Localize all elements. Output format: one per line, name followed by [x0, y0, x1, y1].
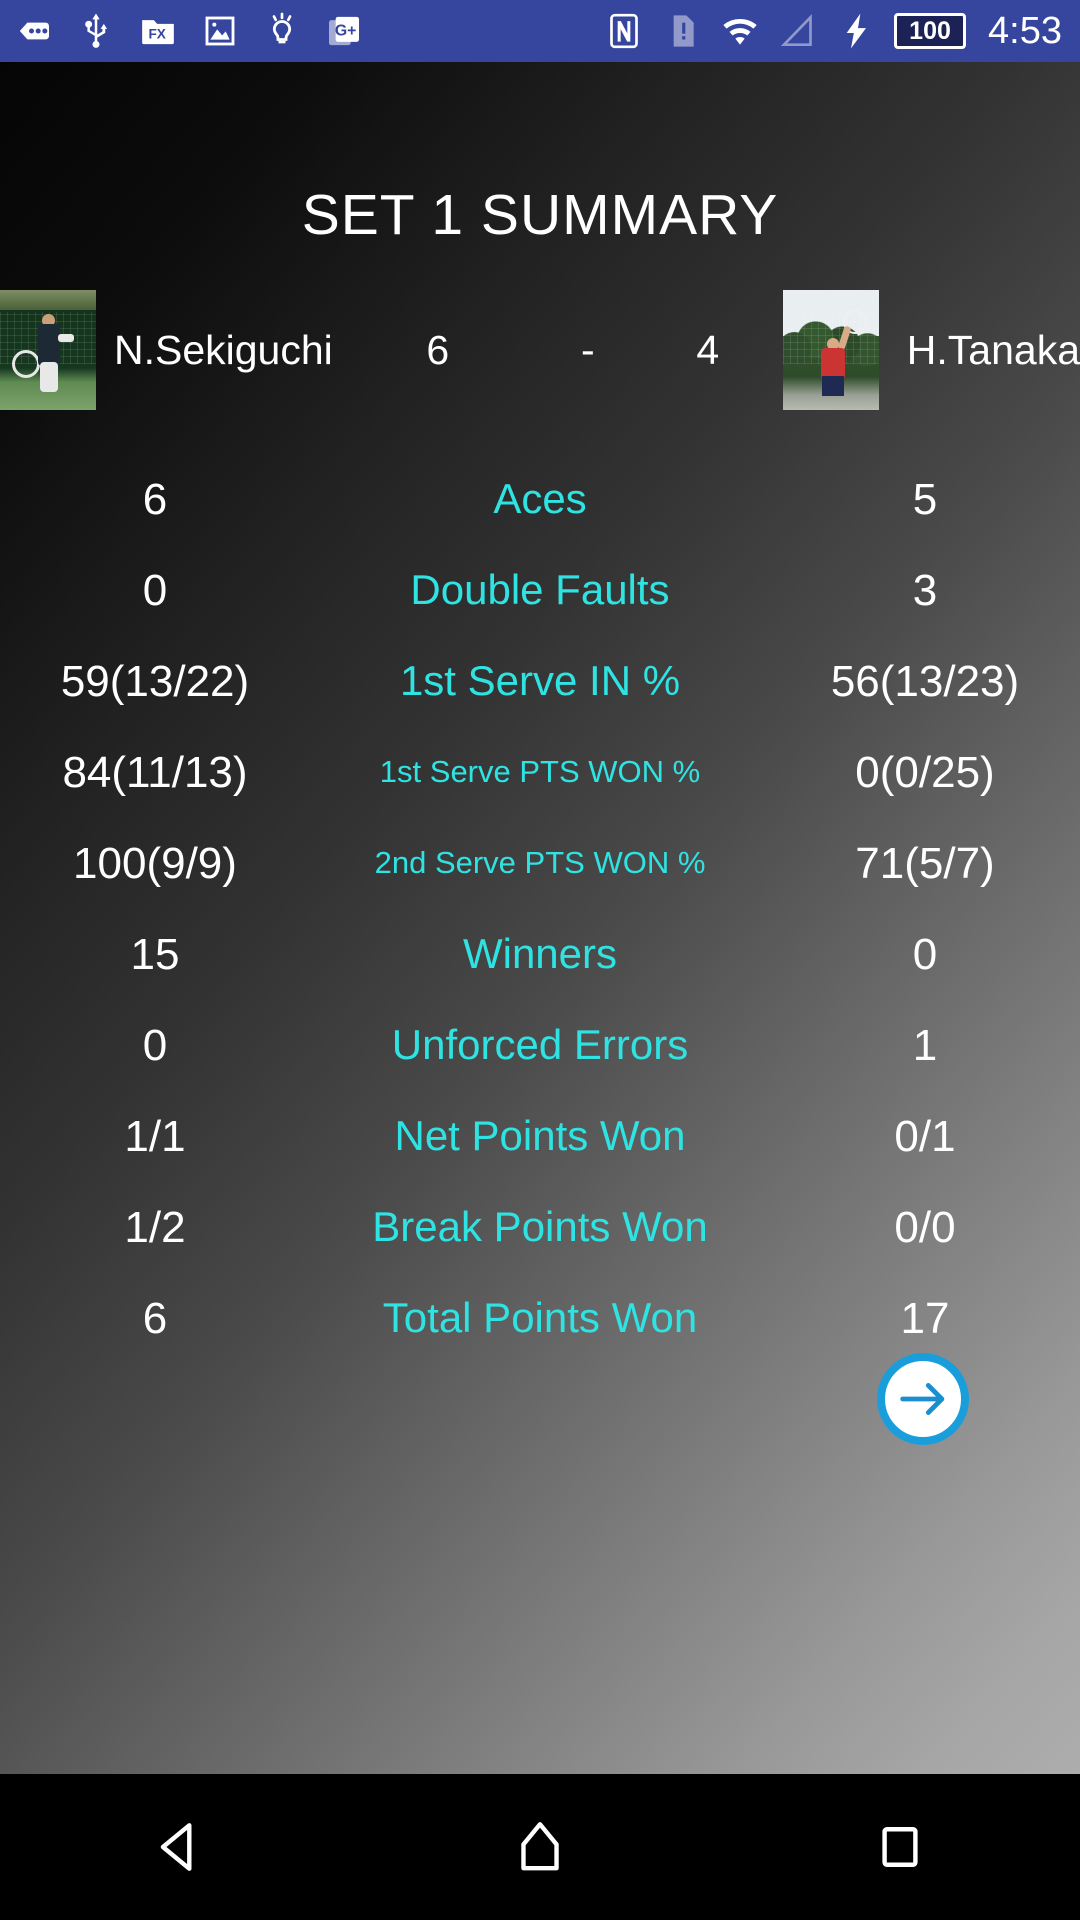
stat-row: 6 Aces 5: [0, 454, 1080, 545]
stat-label: Net Points Won: [394, 1112, 686, 1160]
stat-label: 2nd Serve PTS WON %: [374, 845, 706, 881]
light-bulb-icon: [262, 11, 302, 51]
stat-label: 1st Serve PTS WON %: [379, 754, 701, 790]
stat-label: Double Faults: [410, 566, 670, 614]
next-arrow-button[interactable]: [877, 1353, 969, 1445]
nav-home-button[interactable]: [460, 1774, 620, 1920]
nav-recents-button[interactable]: [820, 1774, 980, 1920]
stat-label: Aces: [493, 475, 587, 523]
stat-right-value: 0/1: [894, 1111, 956, 1161]
screenshot-image-icon: [200, 11, 240, 51]
svg-text:G+: G+: [335, 22, 357, 39]
player-right-photo: [782, 290, 879, 410]
match-score-row: N.Sekiguchi 6 - 4 H.Tanaka: [0, 290, 1080, 410]
phone-screen: FX G+ 100 4:53 SET 1 SUMMARY N.Sekiguchi…: [0, 0, 1080, 1920]
messages-icon: [14, 11, 54, 51]
stat-right-value: 0: [912, 929, 938, 979]
status-bar: FX G+ 100 4:53: [0, 0, 1080, 62]
stat-right-value: 5: [912, 474, 938, 524]
status-bar-left-icons: FX G+: [14, 11, 364, 51]
nfc-icon: [604, 11, 644, 51]
page-title: SET 1 SUMMARY: [301, 183, 779, 247]
stat-left-value: 1/1: [124, 1111, 186, 1161]
stat-left-value: 6: [142, 474, 168, 524]
stat-row: 59(13/22) 1st Serve IN % 56(13/23): [0, 636, 1080, 727]
stat-right-value: 0/0: [894, 1202, 956, 1252]
battery-indicator: 100: [894, 13, 967, 49]
stat-right-value: 3: [912, 565, 938, 615]
nav-back-button[interactable]: [100, 1774, 260, 1920]
charging-bolt-icon: [836, 11, 876, 51]
stat-left-value: 6: [142, 1293, 168, 1343]
set-summary-screen: SET 1 SUMMARY N.Sekiguchi 6 - 4 H.Tanaka…: [0, 62, 1080, 1774]
stat-label: Total Points Won: [382, 1294, 698, 1342]
android-navigation-bar: [0, 1774, 1080, 1920]
stats-table: 6 Aces 5 0 Double Faults 3 59(13/22) 1st Serve …: [0, 454, 1080, 1364]
stat-row: 84(11/13) 1st Serve PTS WON % 0(0/25): [0, 727, 1080, 818]
arrow-right-icon: [900, 1383, 945, 1415]
wifi-icon: [720, 11, 760, 51]
stat-row: 15 Winners 0: [0, 909, 1080, 1000]
stat-left-value: 100(9/9): [73, 838, 237, 888]
status-bar-right-icons: 100 4:53: [604, 11, 1062, 51]
stat-left-value: 15: [130, 929, 180, 979]
back-triangle-icon: [160, 1823, 192, 1871]
stat-label: Winners: [462, 930, 618, 978]
player-left-name: N.Sekiguchi: [114, 326, 333, 373]
stat-row: 6 Total Points Won 17: [0, 1273, 1080, 1364]
stat-right-value: 71(5/7): [855, 838, 995, 888]
stat-row: 0 Double Faults 3: [0, 545, 1080, 636]
cellular-signal-icon: [778, 11, 818, 51]
status-bar-clock: 4:53: [988, 10, 1062, 52]
stat-label: 1st Serve IN %: [399, 657, 681, 705]
recents-square-icon: [882, 1827, 918, 1867]
player-right-games: 4: [696, 326, 720, 373]
home-icon: [521, 1822, 559, 1871]
stat-left-value: 0: [142, 1020, 168, 1070]
battery-level-text: 100: [909, 16, 951, 45]
stat-left-value: 0: [142, 565, 168, 615]
stat-label: Unforced Errors: [391, 1021, 689, 1069]
player-right-name: H.Tanaka: [906, 326, 1080, 373]
fx-file-explorer-icon: FX: [138, 11, 178, 51]
sim-alert-icon: [662, 11, 702, 51]
stat-right-value: 56(13/23): [830, 656, 1020, 706]
player-left-games: 6: [426, 326, 450, 373]
stat-row: 1/2 Break Points Won 0/0: [0, 1182, 1080, 1273]
stat-left-value: 84(11/13): [62, 747, 248, 797]
stat-left-value: 1/2: [124, 1202, 186, 1252]
stat-row: 100(9/9) 2nd Serve PTS WON % 71(5/7): [0, 818, 1080, 909]
stat-label: Break Points Won: [372, 1203, 708, 1251]
google-plus-icon: G+: [324, 11, 364, 51]
stat-row: 0 Unforced Errors 1: [0, 1000, 1080, 1091]
svg-text:FX: FX: [148, 26, 165, 41]
player-left-photo: [0, 290, 96, 410]
score-separator: -: [580, 326, 595, 373]
stat-row: 1/1 Net Points Won 0/1: [0, 1091, 1080, 1182]
stat-right-value: 17: [900, 1293, 950, 1343]
usb-icon: [76, 11, 116, 51]
stat-right-value: 0(0/25): [855, 747, 995, 797]
stat-left-value: 59(13/22): [60, 656, 250, 706]
stat-right-value: 1: [912, 1020, 938, 1070]
